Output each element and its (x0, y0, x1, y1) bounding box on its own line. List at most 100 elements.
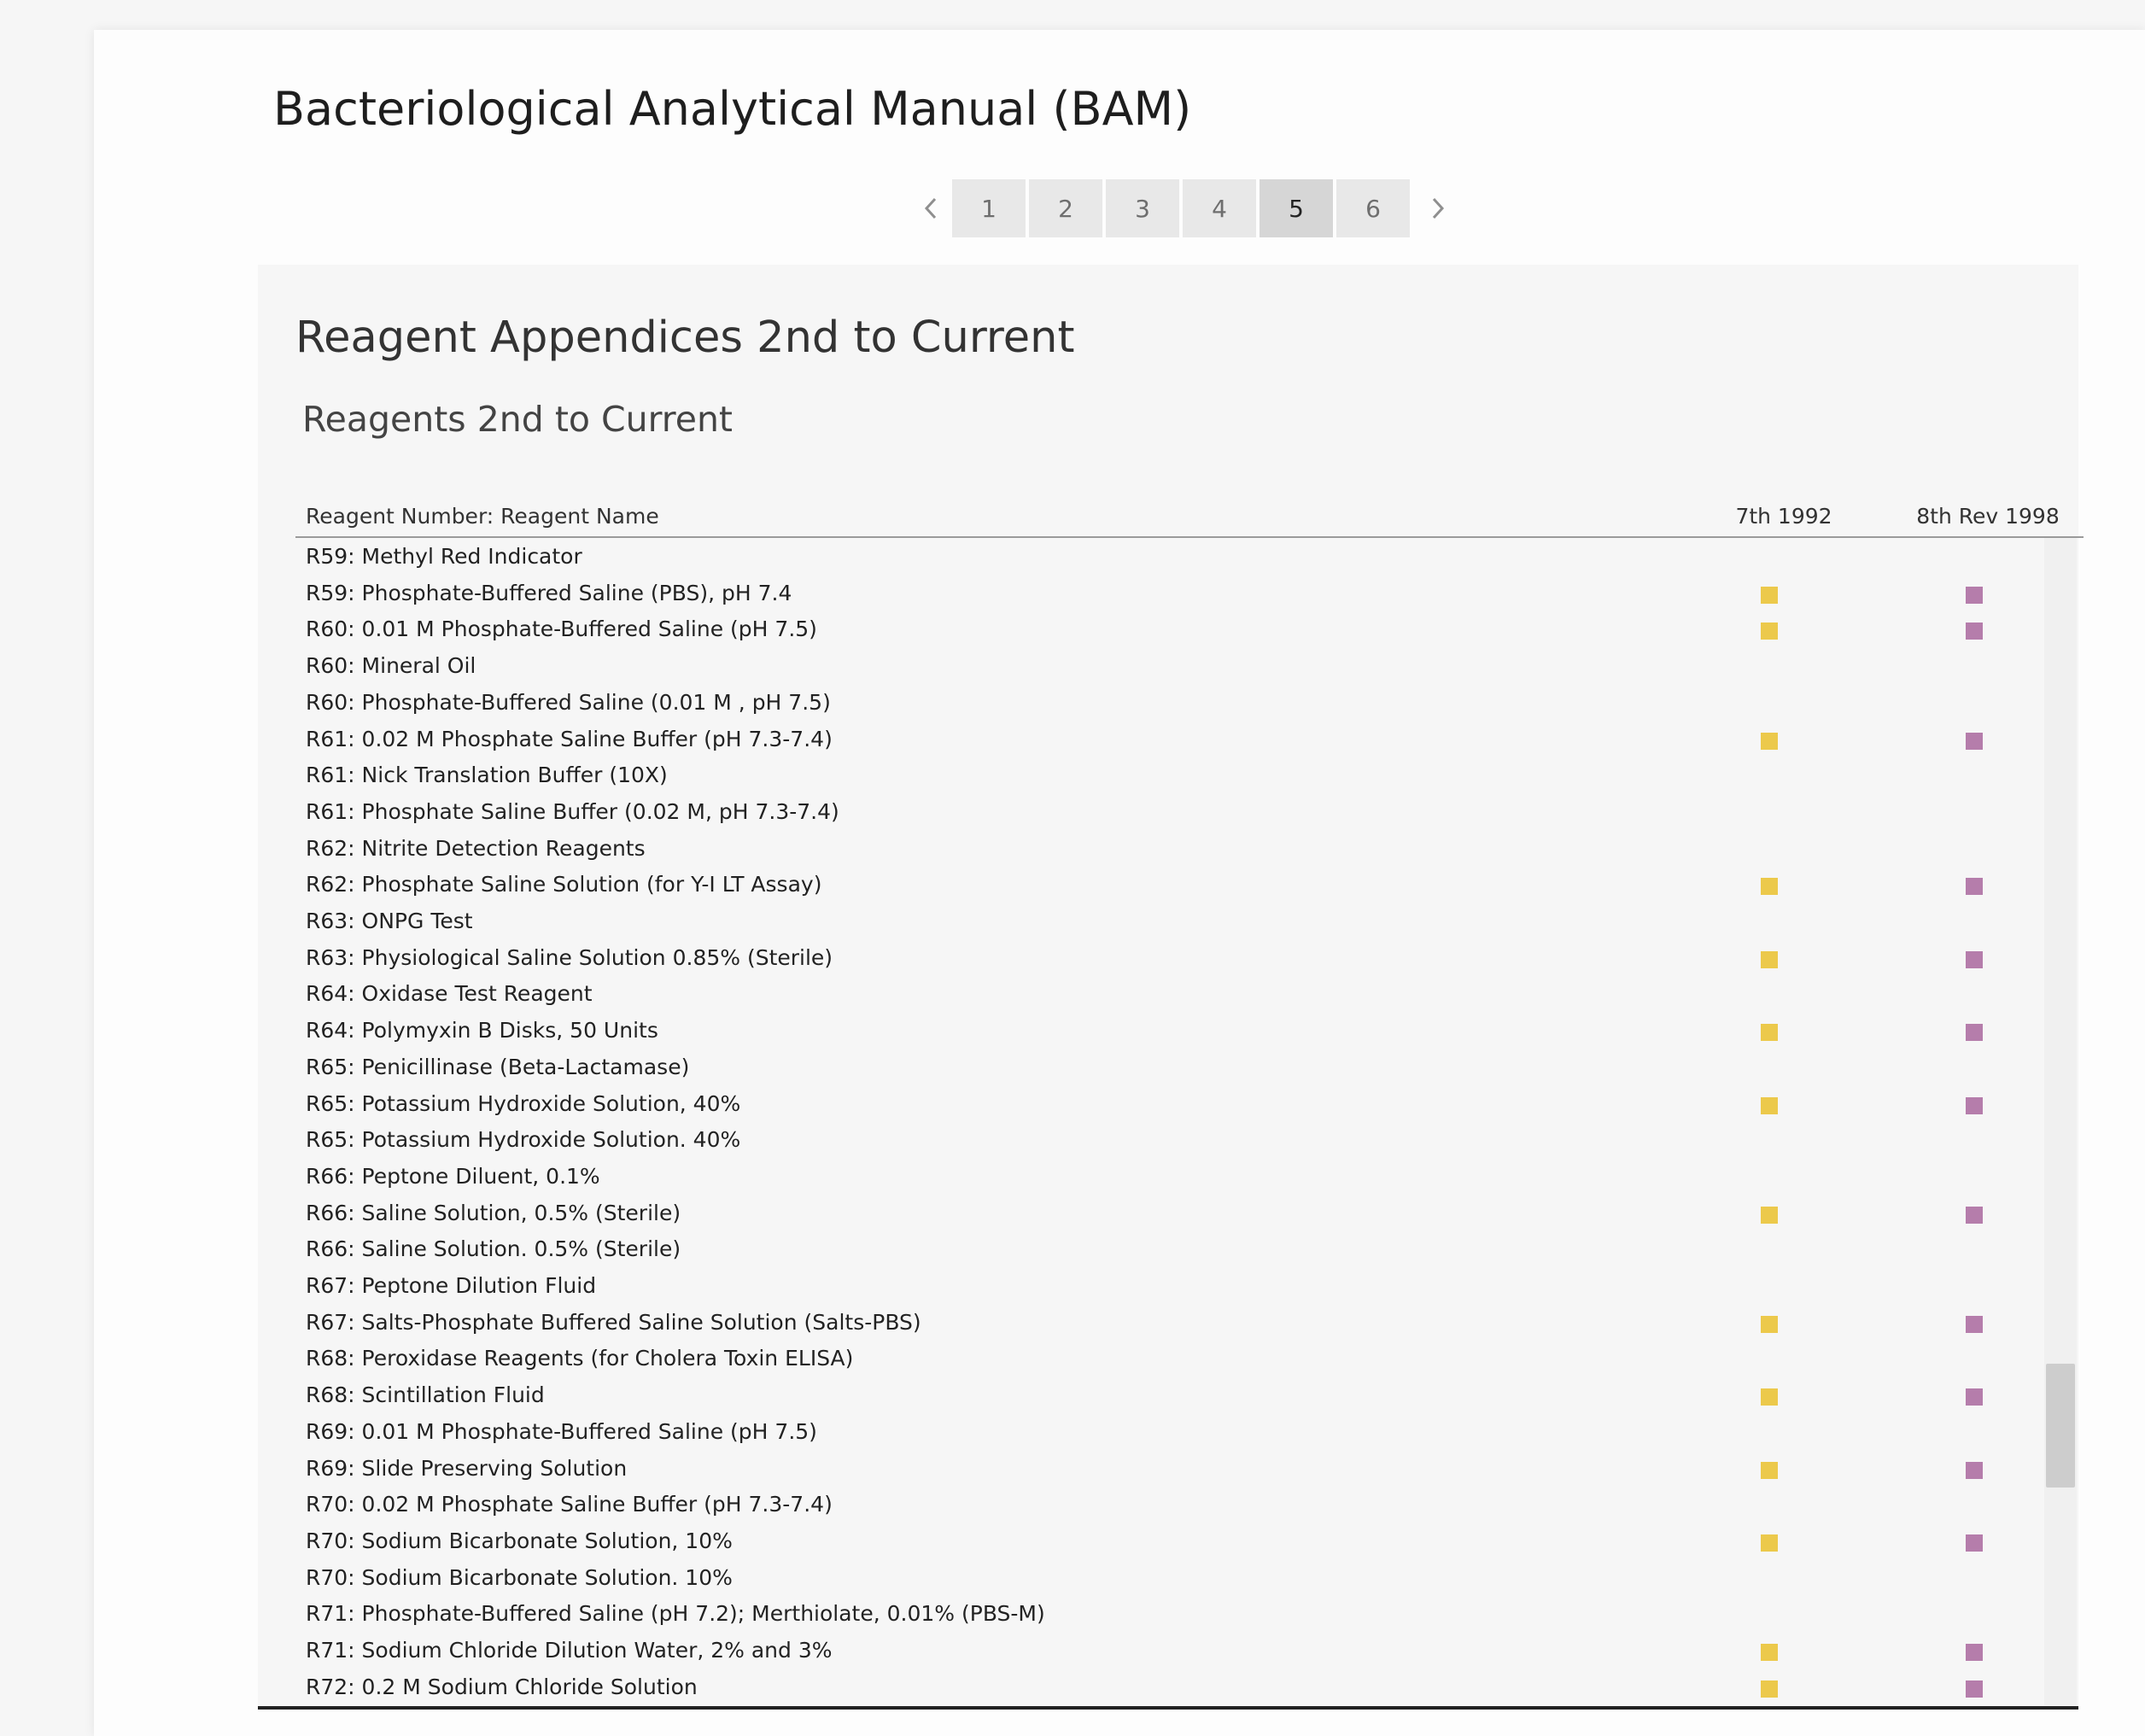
reagent-name: R63: ONPG Test (306, 909, 473, 933)
column-header-7th-1992[interactable]: 7th 1992 (1724, 504, 1844, 529)
mark-7th-1992[interactable] (1761, 1096, 1778, 1114)
mark-7th-1992[interactable] (1761, 878, 1778, 896)
reagent-name: R68: Peroxidase Reagents (for Cholera To… (306, 1346, 854, 1371)
scrollbar-thumb[interactable] (2046, 1364, 2075, 1488)
table-row[interactable]: R59: Phosphate-Buffered Saline (PBS), pH… (295, 575, 2046, 611)
table-row[interactable]: R63: Physiological Saline Solution 0.85%… (295, 939, 2046, 976)
mark-7th-1992[interactable] (1761, 1680, 1778, 1698)
reagent-name: R67: Peptone Dilution Fluid (306, 1273, 597, 1298)
mark-8th-rev-1998[interactable] (1966, 950, 1983, 968)
table-row[interactable]: R60: Mineral Oil (295, 647, 2046, 684)
table-row[interactable]: R63: ONPG Test (295, 903, 2046, 939)
section-title: Reagent Appendices 2nd to Current (295, 313, 1075, 363)
mark-7th-1992[interactable] (1761, 1024, 1778, 1042)
table-row[interactable]: R60: Phosphate-Buffered Saline (0.01 M ,… (295, 684, 2046, 721)
reagent-name: R60: Mineral Oil (306, 653, 476, 679)
chevron-left-icon (924, 197, 937, 219)
table-row[interactable]: R66: Saline Solution. 0.5% (Sterile) (295, 1230, 2046, 1267)
table-row[interactable]: R61: Phosphate Saline Buffer (0.02 M, pH… (295, 793, 2046, 830)
table-row[interactable]: R59: Methyl Red Indicator (295, 538, 2046, 575)
table-row[interactable]: R72: 0.2 M Sodium Chloride Solution (295, 1669, 2046, 1705)
table-row[interactable]: R65: Potassium Hydroxide Solution, 40% (295, 1085, 2046, 1122)
mark-8th-rev-1998[interactable] (1966, 623, 1983, 640)
vertical-scrollbar[interactable] (2044, 538, 2077, 1705)
mark-8th-rev-1998[interactable] (1966, 1644, 1983, 1661)
mark-7th-1992[interactable] (1761, 1644, 1778, 1661)
mark-8th-rev-1998[interactable] (1966, 878, 1983, 896)
mark-8th-rev-1998[interactable] (1966, 1024, 1983, 1042)
table-row[interactable]: R69: 0.01 M Phosphate-Buffered Saline (p… (295, 1413, 2046, 1450)
table-row[interactable]: R70: Sodium Bicarbonate Solution. 10% (295, 1559, 2046, 1596)
mark-7th-1992[interactable] (1761, 623, 1778, 640)
page-button-3[interactable]: 3 (1106, 179, 1179, 237)
table-row[interactable]: R68: Peroxidase Reagents (for Cholera To… (295, 1340, 2046, 1377)
table-row[interactable]: R71: Sodium Chloride Dilution Water, 2% … (295, 1632, 2046, 1669)
mark-8th-rev-1998[interactable] (1966, 1315, 1983, 1333)
table-row[interactable]: R64: Oxidase Test Reagent (295, 975, 2046, 1012)
chevron-right-icon (1432, 197, 1445, 219)
next-page-button[interactable] (1417, 178, 1459, 238)
reagent-name: R70: 0.02 M Phosphate Saline Buffer (pH … (306, 1492, 833, 1517)
table-row[interactable]: R68: Scintillation Fluid (295, 1377, 2046, 1413)
reagent-name: R70: Sodium Bicarbonate Solution. 10% (306, 1564, 733, 1590)
page-button-4[interactable]: 4 (1183, 179, 1256, 237)
reagent-name: R70: Sodium Bicarbonate Solution, 10% (306, 1528, 733, 1553)
table-row[interactable]: R66: Saline Solution, 0.5% (Sterile) (295, 1195, 2046, 1231)
reagent-name: R66: Peptone Diluent, 0.1% (306, 1163, 600, 1189)
mark-8th-rev-1998[interactable] (1966, 1680, 1983, 1698)
reagent-name: R66: Saline Solution, 0.5% (Sterile) (306, 1200, 681, 1225)
mark-8th-rev-1998[interactable] (1966, 1096, 1983, 1114)
table-row[interactable]: R64: Polymyxin B Disks, 50 Units (295, 1012, 2046, 1049)
table-row[interactable]: R67: Peptone Dilution Fluid (295, 1267, 2046, 1304)
table-row[interactable]: R71: Phosphate-Buffered Saline (pH 7.2);… (295, 1595, 2046, 1632)
reagent-name: R62: Phosphate Saline Solution (for Y-I … (306, 872, 822, 897)
mark-8th-rev-1998[interactable] (1966, 1206, 1983, 1224)
reagent-name: R71: Phosphate-Buffered Saline (pH 7.2);… (306, 1601, 1045, 1627)
reagent-name: R60: Phosphate-Buffered Saline (0.01 M ,… (306, 689, 831, 715)
table-row[interactable]: R61: 0.02 M Phosphate Saline Buffer (pH … (295, 721, 2046, 757)
mark-8th-rev-1998[interactable] (1966, 1534, 1983, 1552)
table-row[interactable]: R62: Nitrite Detection Reagents (295, 830, 2046, 867)
table-row[interactable]: R61: Nick Translation Buffer (10X) (295, 757, 2046, 793)
column-header-8th-rev-1998[interactable]: 8th Rev 1998 (1902, 504, 2073, 529)
mark-7th-1992[interactable] (1761, 1534, 1778, 1552)
page-button-6[interactable]: 6 (1336, 179, 1410, 237)
table-row[interactable]: R65: Potassium Hydroxide Solution. 40% (295, 1121, 2046, 1158)
reagent-name: R66: Saline Solution. 0.5% (Sterile) (306, 1236, 681, 1262)
mark-7th-1992[interactable] (1761, 732, 1778, 750)
table-row[interactable]: R60: 0.01 M Phosphate-Buffered Saline (p… (295, 611, 2046, 647)
reagent-name: R59: Methyl Red Indicator (306, 544, 582, 569)
reagent-name: R59: Phosphate-Buffered Saline (PBS), pH… (306, 580, 792, 605)
reagent-name: R62: Nitrite Detection Reagents (306, 835, 646, 861)
page-button-1[interactable]: 1 (952, 179, 1026, 237)
table-row[interactable]: R66: Peptone Diluent, 0.1% (295, 1158, 2046, 1195)
table-row[interactable]: R65: Penicillinase (Beta-Lactamase) (295, 1049, 2046, 1085)
mark-8th-rev-1998[interactable] (1966, 732, 1983, 750)
table-row[interactable]: R70: Sodium Bicarbonate Solution, 10% (295, 1523, 2046, 1559)
reagent-name: R69: 0.01 M Phosphate-Buffered Saline (p… (306, 1418, 817, 1444)
mark-7th-1992[interactable] (1761, 1206, 1778, 1224)
mark-7th-1992[interactable] (1761, 586, 1778, 604)
mark-7th-1992[interactable] (1761, 950, 1778, 968)
reagent-name: R65: Potassium Hydroxide Solution. 40% (306, 1127, 741, 1153)
reagent-name: R61: 0.02 M Phosphate Saline Buffer (pH … (306, 726, 833, 751)
pagination: 1 2 3 4 5 6 (909, 178, 1459, 238)
page-title: Bacteriological Analytical Manual (BAM) (273, 82, 1192, 136)
mark-8th-rev-1998[interactable] (1966, 1461, 1983, 1479)
mark-7th-1992[interactable] (1761, 1461, 1778, 1479)
column-header-reagent[interactable]: Reagent Number: Reagent Name (306, 504, 659, 529)
mark-8th-rev-1998[interactable] (1966, 1388, 1983, 1406)
mark-7th-1992[interactable] (1761, 1388, 1778, 1406)
table-row[interactable]: R67: Salts-Phosphate Buffered Saline Sol… (295, 1304, 2046, 1341)
mark-7th-1992[interactable] (1761, 1315, 1778, 1333)
table-row[interactable]: R69: Slide Preserving Solution (295, 1450, 2046, 1487)
page-button-5[interactable]: 5 (1260, 179, 1333, 237)
reagent-name: R64: Oxidase Test Reagent (306, 981, 593, 1007)
mark-8th-rev-1998[interactable] (1966, 586, 1983, 604)
page-button-2[interactable]: 2 (1029, 179, 1102, 237)
viz-panel: Reagent Appendices 2nd to Current Reagen… (258, 265, 2084, 1710)
table-row[interactable]: R62: Phosphate Saline Solution (for Y-I … (295, 866, 2046, 903)
previous-page-button[interactable] (909, 178, 952, 238)
table-body[interactable]: R59: Methyl Red Indicator R59: Phosphate-… (295, 538, 2046, 1705)
table-row[interactable]: R70: 0.02 M Phosphate Saline Buffer (pH … (295, 1486, 2046, 1523)
